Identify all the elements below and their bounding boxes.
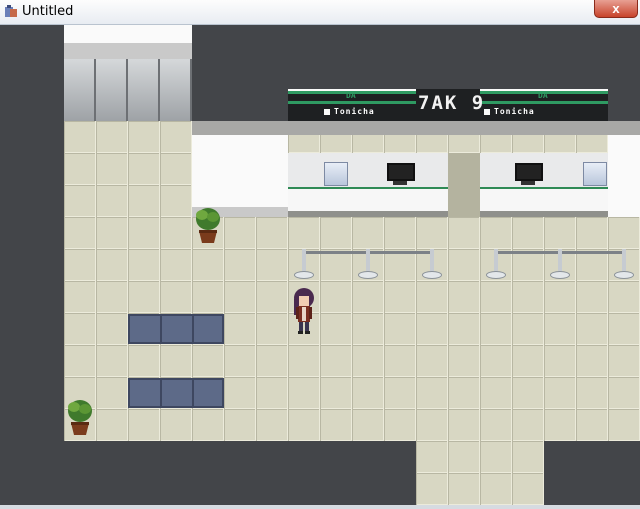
barrier-post bbox=[366, 249, 370, 273]
window-titlebar: Untitled x bbox=[0, 0, 640, 25]
close-button[interactable]: x bbox=[594, 0, 638, 18]
sign-text-right: Tonicha bbox=[494, 107, 535, 116]
window-bottom-border bbox=[0, 505, 640, 509]
sign-logo-left: DA bbox=[346, 91, 356, 100]
counter-front bbox=[288, 187, 448, 213]
computer-monitor bbox=[515, 163, 543, 181]
computer-monitor bbox=[387, 163, 415, 181]
player-character-sprite[interactable] bbox=[288, 287, 320, 335]
glass-window bbox=[64, 59, 96, 121]
monitor-stand bbox=[521, 181, 535, 185]
app-icon bbox=[5, 5, 17, 17]
barrier-post-base bbox=[614, 271, 634, 279]
barrier-post-base bbox=[294, 271, 314, 279]
counter-top bbox=[288, 153, 448, 187]
waiting-bench[interactable] bbox=[128, 314, 224, 344]
barrier-post-base bbox=[422, 271, 442, 279]
potted-plant-icon bbox=[196, 208, 220, 243]
sign-logo-right: DA bbox=[538, 91, 548, 100]
barrier-post-base bbox=[358, 271, 378, 279]
window-title: Untitled bbox=[22, 4, 74, 19]
top-left-wall-trim bbox=[64, 43, 192, 59]
barrier-post bbox=[558, 249, 562, 273]
barrier-post bbox=[622, 249, 626, 273]
counter-front bbox=[480, 187, 608, 213]
top-left-wall bbox=[64, 25, 192, 43]
counter-base bbox=[480, 211, 608, 217]
sign-checkbox bbox=[324, 109, 330, 115]
barrier-post bbox=[302, 249, 306, 273]
sign-stripe bbox=[288, 101, 416, 104]
barrier-post-base bbox=[550, 271, 570, 279]
waiting-bench[interactable] bbox=[128, 378, 224, 408]
glass-window bbox=[96, 59, 128, 121]
back-wall-trim bbox=[192, 121, 640, 135]
close-icon: x bbox=[612, 1, 620, 16]
ticket-machine[interactable] bbox=[583, 162, 607, 186]
counter-base bbox=[288, 211, 448, 217]
counter-pillar bbox=[448, 153, 480, 217]
back-wall bbox=[608, 135, 640, 217]
potted-plant-icon bbox=[68, 400, 92, 435]
monitor-stand bbox=[393, 181, 407, 185]
floor-bottom-extension bbox=[416, 441, 544, 505]
barrier-post-base bbox=[486, 271, 506, 279]
game-viewport[interactable]: DA DA Tonicha Tonicha 7AK 9 bbox=[0, 25, 640, 505]
glass-window bbox=[160, 59, 192, 121]
led-display: 7AK 9 bbox=[418, 92, 486, 114]
glass-window bbox=[128, 59, 160, 121]
barrier-post bbox=[494, 249, 498, 273]
barrier-post bbox=[430, 249, 434, 273]
sign-text-left: Tonicha bbox=[334, 107, 375, 116]
ticket-machine[interactable] bbox=[324, 162, 348, 186]
sign-stripe bbox=[480, 101, 608, 104]
